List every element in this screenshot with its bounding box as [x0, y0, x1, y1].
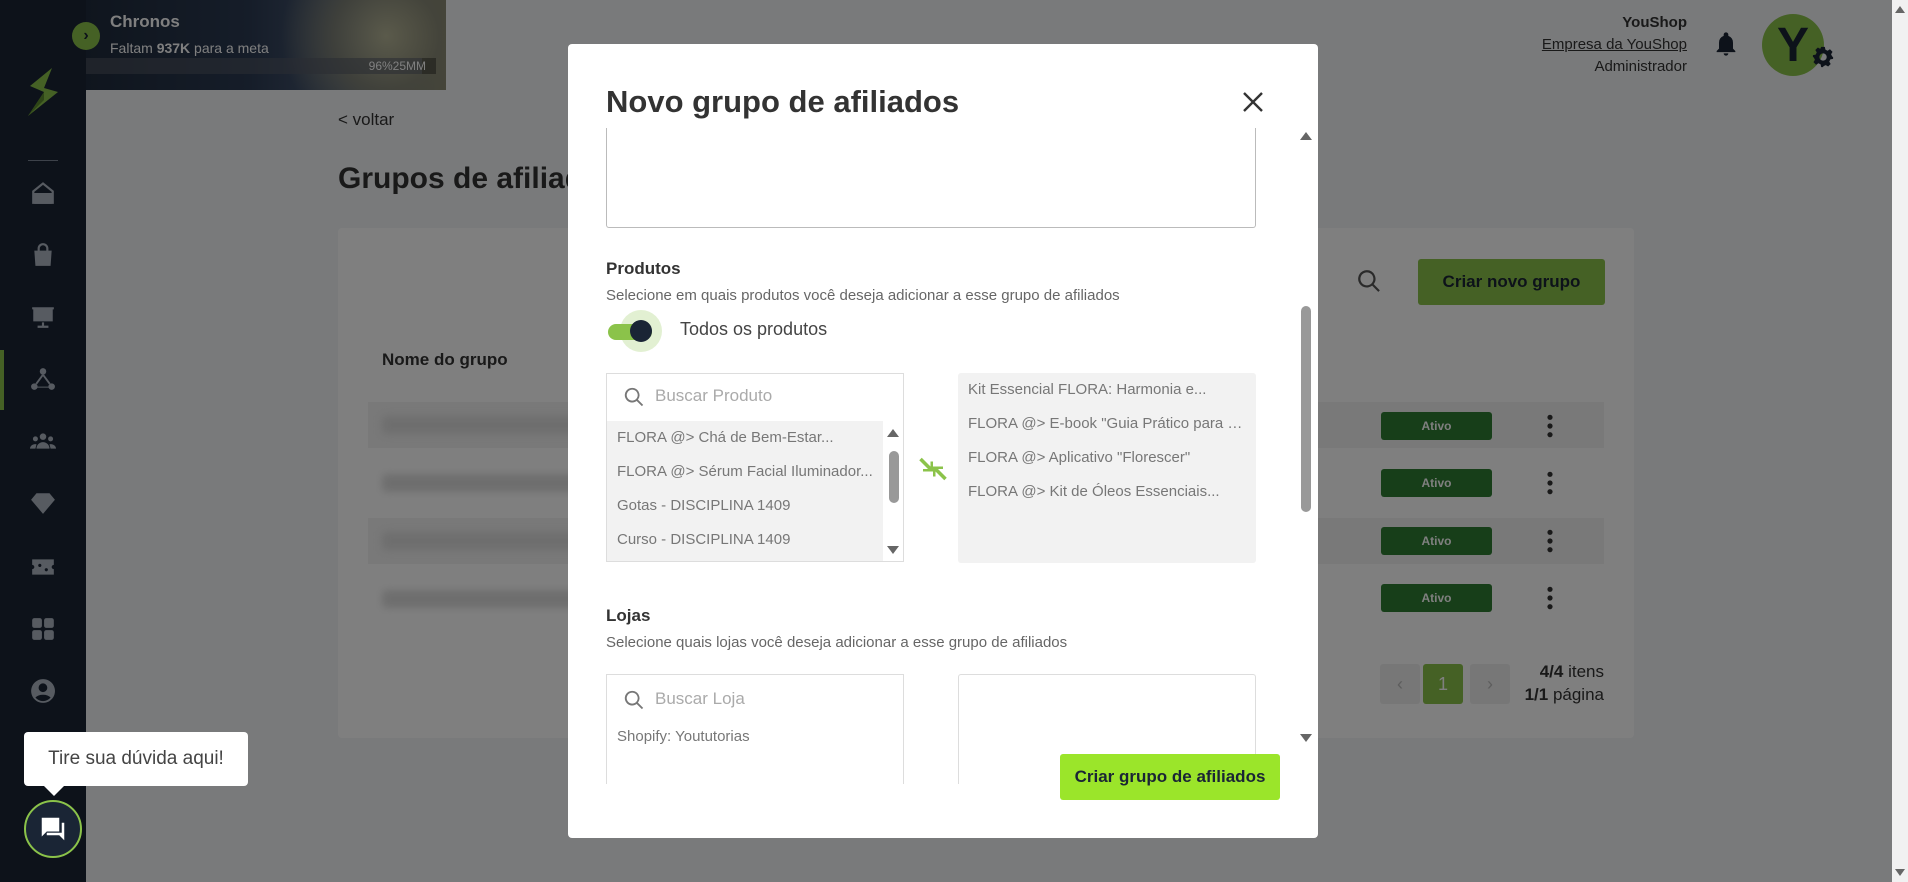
list-item[interactable]: Kit Essencial FLORA: Harmonia e... [958, 373, 1248, 407]
product-search [606, 373, 904, 421]
search-icon [624, 690, 644, 710]
modal-close-button[interactable] [1241, 90, 1265, 114]
list-item[interactable]: FLORA @> E-book "Guia Prático para o... [958, 407, 1248, 441]
toggle-knob [630, 320, 652, 342]
list-item[interactable]: Curso - DISCIPLINA 1409 [607, 523, 877, 557]
products-section-description: Selecione em quais produtos você deseja … [606, 287, 1120, 304]
selected-products-list: Kit Essencial FLORA: Harmonia e... FLORA… [958, 373, 1256, 563]
stores-section-description: Selecione quais lojas você deseja adicio… [606, 634, 1068, 651]
product-search-input[interactable] [655, 386, 885, 406]
list-item[interactable]: FLORA @> Aplicativo "Florescer" [958, 441, 1248, 475]
scroll-up-arrow-icon[interactable] [1300, 132, 1312, 140]
transfer-products-button[interactable] [918, 454, 948, 484]
scroll-thumb[interactable] [889, 451, 899, 503]
description-textarea[interactable] [606, 128, 1256, 228]
list-item[interactable]: FLORA @> Kit de Óleos Essenciais... [958, 475, 1248, 509]
new-affiliate-group-modal: Novo grupo de afiliados Produtos Selecio… [568, 44, 1318, 838]
scroll-down-arrow-icon[interactable] [887, 546, 899, 554]
modal-scrollbar[interactable] [1298, 132, 1314, 742]
scroll-up-arrow-icon[interactable] [1895, 6, 1905, 13]
list-item[interactable]: FLORA @> Chá de Bem-Estar... [607, 421, 877, 455]
list-item[interactable]: Shopify: Yoututorias [617, 728, 750, 745]
products-list-scrollbar[interactable] [883, 421, 903, 561]
close-icon [1243, 92, 1263, 112]
arrows-collapse-icon [919, 457, 947, 481]
chat-icon [41, 817, 65, 841]
store-search-input[interactable] [655, 689, 885, 709]
all-products-label: Todos os produtos [680, 319, 828, 339]
help-chat-button[interactable] [24, 800, 82, 858]
modal-body: Produtos Selecione em quais produtos voc… [568, 128, 1318, 784]
stores-section-title: Lojas [606, 606, 651, 625]
available-products-list: FLORA @> Chá de Bem-Estar... FLORA @> Sé… [606, 421, 904, 562]
available-stores-list: Shopify: Yoututorias [606, 726, 904, 784]
all-products-toggle[interactable] [606, 310, 662, 352]
store-search [606, 674, 904, 726]
scroll-thumb[interactable] [1301, 306, 1311, 512]
products-section-title: Produtos [606, 259, 681, 278]
list-item[interactable]: Gotas - DISCIPLINA 1409 [607, 489, 877, 523]
modal-title: Novo grupo de afiliados [606, 84, 960, 119]
scroll-down-arrow-icon[interactable] [1300, 734, 1312, 742]
page-scrollbar[interactable] [1892, 0, 1908, 882]
create-affiliate-group-button[interactable]: Criar grupo de afiliados [1060, 754, 1280, 800]
list-item[interactable]: FLORA @> Sérum Facial Iluminador... [607, 455, 877, 489]
search-icon [624, 387, 644, 407]
scroll-down-arrow-icon[interactable] [1895, 869, 1905, 876]
help-tooltip: Tire sua dúvida aqui! [24, 732, 248, 796]
scroll-up-arrow-icon[interactable] [887, 429, 899, 437]
